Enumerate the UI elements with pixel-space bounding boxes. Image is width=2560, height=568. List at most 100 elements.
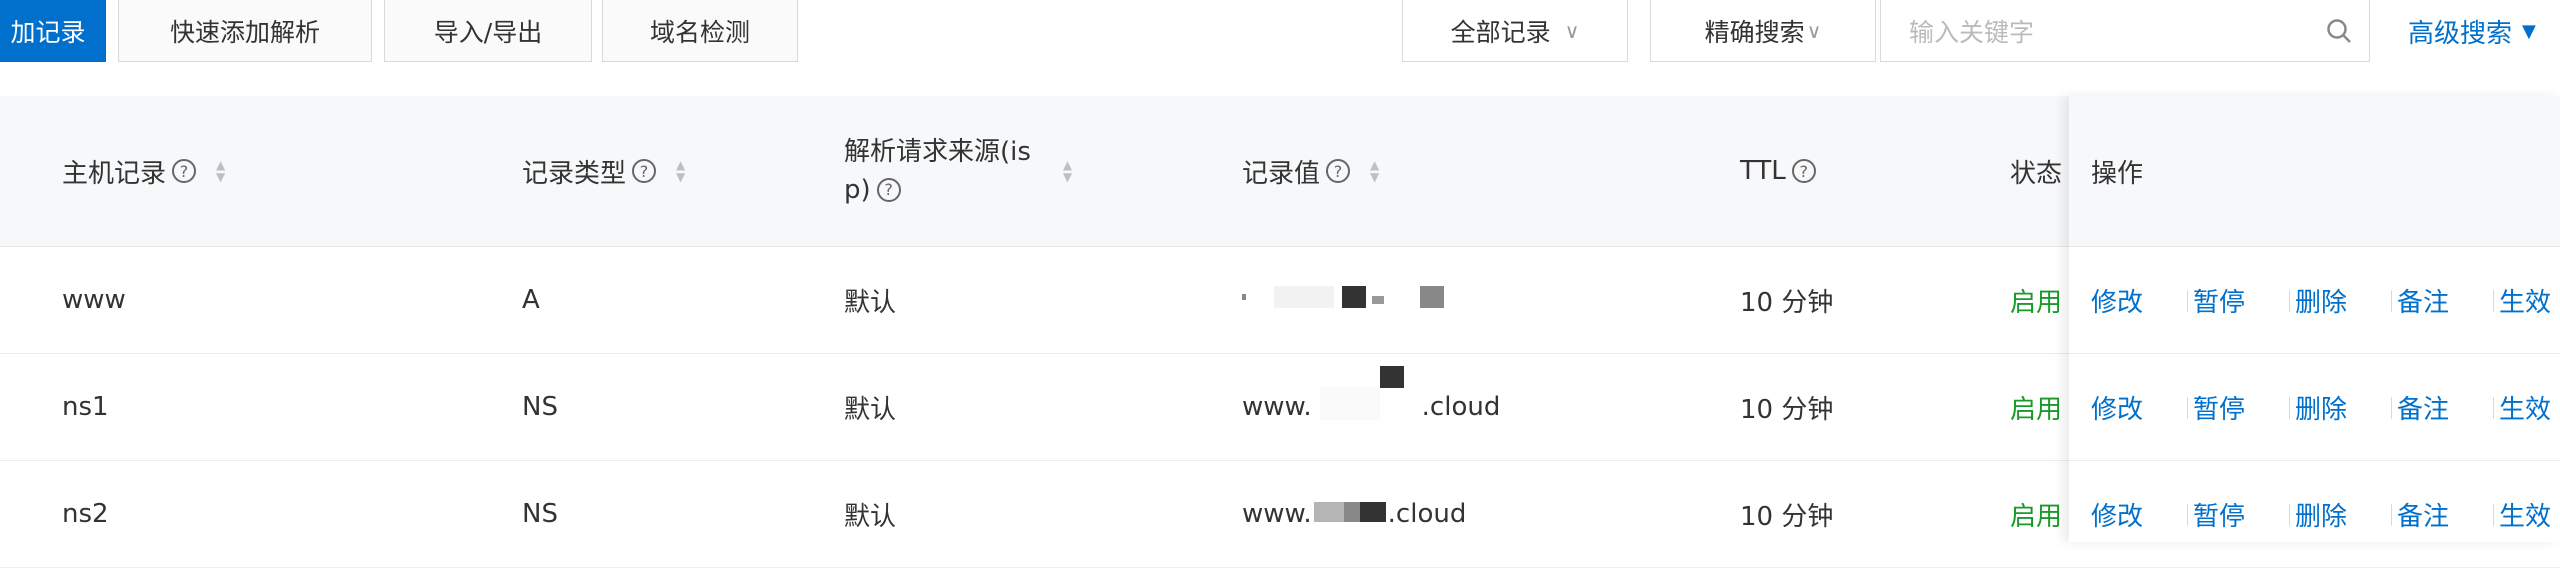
value-cell xyxy=(1242,247,1452,353)
column-isp-label-1: 解析请求来源(is xyxy=(844,137,1031,167)
add-record-label: 加记录 xyxy=(10,17,86,47)
search-mode-select[interactable]: 精确搜索 ∨ xyxy=(1650,0,1876,62)
delete-link[interactable]: 删除 xyxy=(2295,461,2347,567)
column-status-label: 状态 xyxy=(2010,158,2063,189)
value-cell: www. .cloud xyxy=(1242,461,1466,567)
delete-link[interactable]: 删除 xyxy=(2295,247,2347,353)
search-input[interactable]: 输入关键字 xyxy=(1880,0,2370,62)
type-cell: NS xyxy=(522,499,558,529)
advanced-search-label: 高级搜索 xyxy=(2408,18,2513,49)
pause-link[interactable]: 暂停 xyxy=(2193,354,2245,460)
divider xyxy=(2187,504,2188,526)
column-type[interactable]: 记录类型 ? ▲ ▼ xyxy=(522,96,685,246)
status-badge: 启用 xyxy=(2010,394,2063,425)
divider xyxy=(2187,397,2188,419)
help-icon[interactable]: ? xyxy=(1791,159,1816,183)
actions-row: 修改 暂停 删除 备注 生效 xyxy=(2069,247,2560,354)
search-placeholder: 输入关键字 xyxy=(1909,17,2035,47)
edit-link[interactable]: 修改 xyxy=(2091,247,2143,353)
column-actions-label: 操作 xyxy=(2091,158,2144,189)
column-ttl-label: TTL xyxy=(1740,156,1786,186)
host-cell: www xyxy=(62,285,126,315)
value-cell: www. .cloud xyxy=(1242,354,1500,460)
divider xyxy=(2289,397,2290,419)
help-icon[interactable]: ? xyxy=(172,159,197,183)
effect-link[interactable]: 生效 xyxy=(2499,461,2551,567)
caret-down-icon: ▼ xyxy=(2522,20,2536,42)
divider xyxy=(2493,504,2494,526)
sort-icon[interactable]: ▲ ▼ xyxy=(676,159,685,183)
ttl-cell: 10 分钟 xyxy=(1740,394,1834,425)
status-badge: 启用 xyxy=(2010,287,2063,318)
value-prefix: www. xyxy=(1242,392,1312,422)
search-icon[interactable] xyxy=(2309,17,2369,45)
column-host[interactable]: 主机记录 ? ▲ ▼ xyxy=(62,96,225,246)
edit-link[interactable]: 修改 xyxy=(2091,354,2143,460)
divider xyxy=(2391,290,2392,312)
chevron-down-icon: ∨ xyxy=(1806,18,1822,43)
divider xyxy=(2493,397,2494,419)
divider xyxy=(2391,397,2392,419)
divider xyxy=(2289,504,2290,526)
sort-icon[interactable]: ▲ ▼ xyxy=(1063,159,1072,183)
help-icon[interactable]: ? xyxy=(876,178,901,202)
effect-link[interactable]: 生效 xyxy=(2499,354,2551,460)
edit-link[interactable]: 修改 xyxy=(2091,461,2143,567)
column-isp-label-2: p) xyxy=(844,175,871,205)
redacted-mask xyxy=(1312,365,1422,433)
value-suffix: .cloud xyxy=(1421,392,1501,422)
value-prefix: www. xyxy=(1242,499,1312,529)
help-icon[interactable]: ? xyxy=(632,159,657,183)
actions-row: 修改 暂停 删除 备注 生效 xyxy=(2069,461,2560,568)
column-value[interactable]: 记录值 ? ▲ ▼ xyxy=(1242,96,1379,246)
column-type-label: 记录类型 xyxy=(522,158,627,189)
isp-cell: 默认 xyxy=(844,287,897,318)
pause-link[interactable]: 暂停 xyxy=(2193,247,2245,353)
effect-link[interactable]: 生效 xyxy=(2499,247,2551,353)
column-ttl: TTL ? xyxy=(1740,96,1816,246)
type-cell: A xyxy=(522,285,540,315)
sort-icon[interactable]: ▲ ▼ xyxy=(1370,159,1379,183)
redacted-mask xyxy=(1242,282,1452,319)
quick-add-button[interactable]: 快速添加解析 xyxy=(118,0,372,62)
domain-check-button[interactable]: 域名检测 xyxy=(602,0,798,62)
note-link[interactable]: 备注 xyxy=(2397,354,2449,460)
type-cell: NS xyxy=(522,392,558,422)
import-export-label: 导入/导出 xyxy=(433,17,543,47)
record-filter-select[interactable]: 全部记录 ∨ xyxy=(1402,0,1628,62)
add-record-button[interactable]: 加记录 xyxy=(0,0,106,62)
record-filter-value: 全部记录 xyxy=(1450,17,1551,47)
host-cell: ns2 xyxy=(62,499,109,529)
column-isp[interactable]: 解析请求来源(is p) ? ▲ ▼ xyxy=(844,96,1072,246)
delete-link[interactable]: 删除 xyxy=(2295,354,2347,460)
divider xyxy=(2391,504,2392,526)
search-mode-value: 精确搜索 xyxy=(1704,17,1805,47)
status-badge: 启用 xyxy=(2010,501,2063,532)
isp-cell: 默认 xyxy=(844,501,897,532)
host-cell: ns1 xyxy=(62,392,109,422)
actions-row: 修改 暂停 删除 备注 生效 xyxy=(2069,354,2560,461)
import-export-button[interactable]: 导入/导出 xyxy=(384,0,592,62)
toolbar: 加记录 快速添加解析 导入/导出 域名检测 全部记录 ∨ 精确搜索 ∨ 输入关键… xyxy=(0,0,2560,64)
column-value-label: 记录值 xyxy=(1242,158,1321,189)
note-link[interactable]: 备注 xyxy=(2397,247,2449,353)
sort-icon[interactable]: ▲ ▼ xyxy=(216,159,225,183)
quick-add-label: 快速添加解析 xyxy=(169,17,320,47)
divider xyxy=(2187,290,2188,312)
redacted-mask xyxy=(1312,496,1388,533)
column-status: 状态 xyxy=(2010,96,2062,246)
note-link[interactable]: 备注 xyxy=(2397,461,2449,567)
value-suffix: .cloud xyxy=(1387,499,1467,529)
actions-header: 操作 xyxy=(2069,96,2560,247)
ttl-cell: 10 分钟 xyxy=(1740,287,1834,318)
chevron-down-icon: ∨ xyxy=(1564,18,1580,43)
help-icon[interactable]: ? xyxy=(1326,159,1351,183)
advanced-search-link[interactable]: 高级搜索 ▼ xyxy=(2408,0,2536,62)
divider xyxy=(2493,290,2494,312)
pause-link[interactable]: 暂停 xyxy=(2193,461,2245,567)
ttl-cell: 10 分钟 xyxy=(1740,501,1834,532)
domain-check-label: 域名检测 xyxy=(649,17,750,47)
actions-column: 操作 修改 暂停 删除 备注 生效 修改 暂停 删除 备注 生效 修改 暂停 删… xyxy=(2069,96,2560,568)
isp-cell: 默认 xyxy=(844,394,897,425)
column-host-label: 主机记录 xyxy=(62,158,167,189)
